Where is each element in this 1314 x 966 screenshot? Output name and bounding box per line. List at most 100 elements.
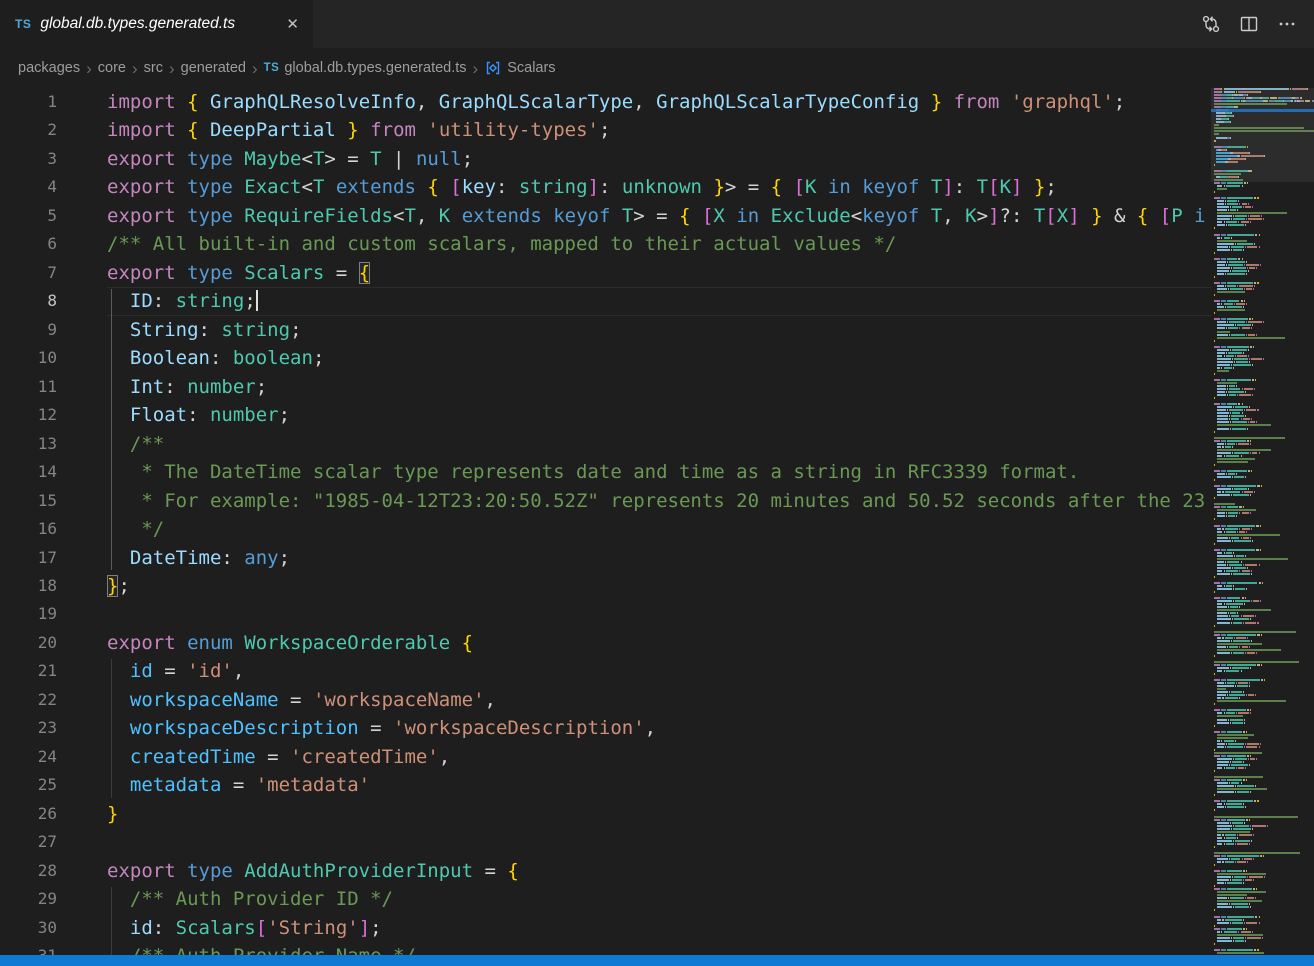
- code-line[interactable]: 1import { GraphQLResolveInfo, GraphQLSca…: [0, 88, 1211, 116]
- code-token: extends keyof: [450, 205, 622, 227]
- code-line-text: createdTime = 'createdTime',: [107, 743, 1211, 771]
- code-line[interactable]: 2import { DeepPartial } from 'utility-ty…: [0, 116, 1211, 144]
- code-token: [1080, 205, 1091, 227]
- code-token: {: [427, 176, 438, 198]
- code-token: Scalars: [244, 262, 324, 284]
- code-token: <: [851, 205, 862, 227]
- minimap-slider[interactable]: [1211, 88, 1314, 182]
- code-token: ]: [359, 917, 370, 939]
- code-token: from: [370, 119, 427, 141]
- code-line[interactable]: 14 * The DateTime scalar type represents…: [0, 458, 1211, 486]
- code-token: unknown: [622, 176, 702, 198]
- tab-global-db-types-generated[interactable]: TS global.db.types.generated.ts ✕: [0, 0, 313, 48]
- code-token: =: [221, 774, 255, 796]
- code-line[interactable]: 27: [0, 828, 1211, 856]
- code-line-text: /** All built-in and custom scalars, map…: [107, 230, 1211, 258]
- code-token: 'graphql': [1011, 91, 1114, 113]
- code-line[interactable]: 8 ID: string;: [0, 287, 1211, 315]
- breadcrumb-item-core[interactable]: core: [98, 60, 126, 76]
- code-token: ]: [588, 176, 599, 198]
- code-editor[interactable]: 1import { GraphQLResolveInfo, GraphQLSca…: [0, 88, 1211, 955]
- code-token: [107, 404, 130, 426]
- code-line[interactable]: 20export enum WorkspaceOrderable {: [0, 629, 1211, 657]
- more-actions-button[interactable]: [1272, 9, 1302, 39]
- code-token: enum: [187, 632, 244, 654]
- code-line[interactable]: 24 createdTime = 'createdTime',: [0, 743, 1211, 771]
- code-line[interactable]: 31 /** Auth Provider Name */: [0, 942, 1211, 955]
- code-line[interactable]: 15 * For example: "1985-04-12T23:20:50.5…: [0, 487, 1211, 515]
- code-token: T: [404, 205, 415, 227]
- code-line[interactable]: 3export type Maybe<T> = T | null;: [0, 145, 1211, 173]
- code-token: T: [977, 176, 988, 198]
- code-token: [: [988, 176, 999, 198]
- split-editor-button[interactable]: [1234, 9, 1264, 39]
- code-token: workspaceName: [130, 689, 279, 711]
- line-number: 15: [0, 487, 57, 515]
- code-token: }: [713, 176, 724, 198]
- typescript-file-icon: TS: [264, 62, 280, 74]
- breadcrumb-item-scalars[interactable]: Scalars: [484, 59, 555, 77]
- code-token: :: [599, 176, 622, 198]
- code-token: ;: [256, 376, 267, 398]
- vscode-window: TS global.db.types.generated.ts ✕: [0, 0, 1314, 966]
- code-token: ;: [370, 917, 381, 939]
- code-line[interactable]: 5export type RequireFields<T, K extends …: [0, 202, 1211, 230]
- line-number: 4: [0, 173, 57, 201]
- code-line[interactable]: 9 String: string;: [0, 316, 1211, 344]
- code-token: 'metadata': [256, 774, 370, 796]
- code-token: Exclude: [771, 205, 851, 227]
- close-tab-icon[interactable]: ✕: [282, 13, 303, 35]
- code-line[interactable]: 10 Boolean: boolean;: [0, 344, 1211, 372]
- code-token: 'createdTime': [290, 746, 439, 768]
- code-line[interactable]: 16 */: [0, 515, 1211, 543]
- code-line[interactable]: 25 metadata = 'metadata': [0, 771, 1211, 799]
- breadcrumb-separator: ›: [163, 60, 181, 77]
- code-line[interactable]: 17 DateTime: any;: [0, 544, 1211, 572]
- code-line-text: [107, 828, 1211, 856]
- editor-actions: [1196, 0, 1314, 48]
- code-line-text: export type Exact<T extends { [key: stri…: [107, 173, 1211, 201]
- code-line[interactable]: 18};: [0, 572, 1211, 600]
- code-line[interactable]: 19: [0, 600, 1211, 628]
- code-line[interactable]: 30 id: Scalars['String'];: [0, 914, 1211, 942]
- breadcrumb-label: packages: [18, 60, 80, 76]
- code-line[interactable]: 23 workspaceDescription = 'workspaceDesc…: [0, 714, 1211, 742]
- code-token: from: [954, 91, 1011, 113]
- code-token: any: [244, 547, 278, 569]
- code-token: export: [107, 148, 187, 170]
- code-line[interactable]: 21 id = 'id',: [0, 657, 1211, 685]
- code-line[interactable]: 22 workspaceName = 'workspaceName',: [0, 686, 1211, 714]
- code-line[interactable]: 29 /** Auth Provider ID */: [0, 885, 1211, 913]
- code-token: ;: [118, 575, 129, 597]
- breadcrumb-item-packages[interactable]: packages: [18, 60, 80, 76]
- code-token: GraphQLResolveInfo: [210, 91, 416, 113]
- breadcrumb-item-global-db-types-generated-ts[interactable]: TSglobal.db.types.generated.ts: [264, 60, 467, 76]
- code-token: :: [153, 290, 176, 312]
- code-line[interactable]: 28export type AddAuthProviderInput = {: [0, 857, 1211, 885]
- breadcrumb-item-src[interactable]: src: [144, 60, 163, 76]
- code-token: [107, 547, 130, 569]
- code-token: :: [954, 176, 977, 198]
- code-token: :: [199, 319, 222, 341]
- line-number: 11: [0, 373, 57, 401]
- code-token: [107, 717, 130, 739]
- line-number: 26: [0, 800, 57, 828]
- code-line[interactable]: 4 export type Exact<T extends { [key: str…: [0, 173, 1211, 201]
- code-token: :: [210, 347, 233, 369]
- code-token: 'id': [187, 660, 233, 682]
- code-token: {: [187, 119, 198, 141]
- line-number: 3: [0, 145, 57, 173]
- open-changes-button[interactable]: [1196, 9, 1226, 39]
- code-line[interactable]: 26}: [0, 800, 1211, 828]
- breadcrumb-label: generated: [181, 60, 246, 76]
- code-line[interactable]: 13 /**: [0, 430, 1211, 458]
- code-token: =: [324, 262, 358, 284]
- minimap[interactable]: [1211, 88, 1314, 955]
- code-line[interactable]: 7export type Scalars = {: [0, 259, 1211, 287]
- code-line[interactable]: 11 Int: number;: [0, 373, 1211, 401]
- breadcrumb-item-generated[interactable]: generated: [181, 60, 246, 76]
- line-number: 19: [0, 600, 57, 628]
- code-token: ]: [1068, 205, 1079, 227]
- code-line[interactable]: 12 Float: number;: [0, 401, 1211, 429]
- code-line[interactable]: 6/** All built-in and custom scalars, ma…: [0, 230, 1211, 258]
